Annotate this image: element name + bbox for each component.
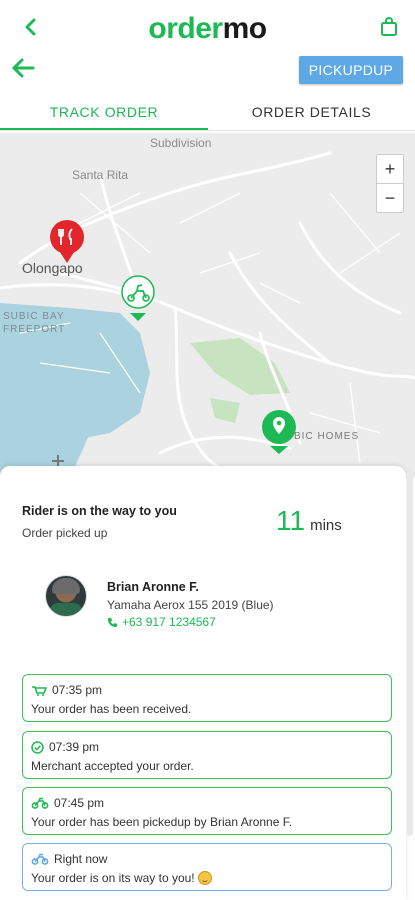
back-arrow-icon[interactable] <box>10 56 36 80</box>
map-view[interactable]: Subdivision Santa Rita Olongapo SUBIC BA… <box>0 133 415 478</box>
app-logo: ordermo <box>0 12 415 46</box>
phone-icon <box>107 617 118 627</box>
logo-part-mo: mo <box>222 12 268 45</box>
status-subtitle: Order picked up <box>22 526 108 540</box>
timeline-message: Your order has been pickedup by Brian Ar… <box>31 815 293 829</box>
timeline-time: 07:35 pm <box>52 683 103 697</box>
rider-phone-link[interactable]: +63 917 1234567 <box>107 615 216 629</box>
timeline-item-pickedup: 07:45 pm Your order has been pickedup by… <box>22 787 392 835</box>
map-label-subic-bay: SUBIC BAY <box>3 311 65 322</box>
smiley-emoji-icon <box>197 871 212 885</box>
timeline-item-current: Right now Your order is on its way to yo… <box>22 843 392 891</box>
motorcycle-icon <box>31 853 49 865</box>
motorcycle-icon <box>31 797 49 809</box>
map-label-olongapo: Olongapo <box>22 260 83 276</box>
rider-avatar <box>45 575 87 617</box>
timeline-item-received: 07:35 pm Your order has been received. <box>22 674 392 722</box>
timeline-message-wrap: Your order is on its way to you! <box>31 871 212 885</box>
timeline-time: 07:45 pm <box>54 796 105 810</box>
cart-icon <box>32 685 47 696</box>
timeline-message: Your order has been received. <box>31 702 192 716</box>
map-label-freeport: FREEPORT <box>3 324 65 335</box>
logo-part-order: order <box>148 12 223 45</box>
map-label-santa-rita: Santa Rita <box>72 168 128 182</box>
timeline-time: 07:39 pm <box>49 740 100 754</box>
eta-display: 11 mins <box>276 505 342 537</box>
check-circle-icon <box>31 740 44 754</box>
tab-track-order[interactable]: TRACK ORDER <box>0 96 208 130</box>
rider-phone-number: +63 917 1234567 <box>122 615 216 629</box>
timeline-time: Right now <box>54 852 108 866</box>
zoom-out-button[interactable]: − <box>376 183 404 213</box>
scrollbar[interactable] <box>407 466 413 836</box>
rider-vehicle: Yamaha Aerox 155 2019 (Blue) <box>107 598 274 612</box>
top-bar: ordermo PICKUPDUP <box>0 0 415 88</box>
pickup-status-button[interactable]: PICKUPDUP <box>299 56 403 84</box>
timeline-message: Merchant accepted your order. <box>31 759 194 773</box>
restaurant-marker-icon[interactable] <box>50 220 84 263</box>
eta-unit: mins <box>310 517 342 534</box>
map-label-homes: BIC HOMES <box>294 431 359 442</box>
eta-value: 11 <box>276 505 306 536</box>
zoom-in-button[interactable]: + <box>376 154 404 184</box>
map-label-subdivision: Subdivision <box>150 136 211 150</box>
tab-bar: TRACK ORDER ORDER DETAILS <box>0 96 415 131</box>
timeline-item-accepted: 07:39 pm Merchant accepted your order. <box>22 731 392 779</box>
timeline-message: Your order is on its way to you! <box>31 871 195 885</box>
tab-order-details[interactable]: ORDER DETAILS <box>208 96 415 128</box>
rider-marker-icon[interactable] <box>121 275 155 321</box>
status-title: Rider is on the way to you <box>22 504 177 518</box>
rider-name: Brian Aronne F. <box>107 580 199 594</box>
map-canvas: Subdivision Santa Rita Olongapo SUBIC BA… <box>0 136 415 478</box>
shopping-bag-icon[interactable] <box>379 16 399 38</box>
